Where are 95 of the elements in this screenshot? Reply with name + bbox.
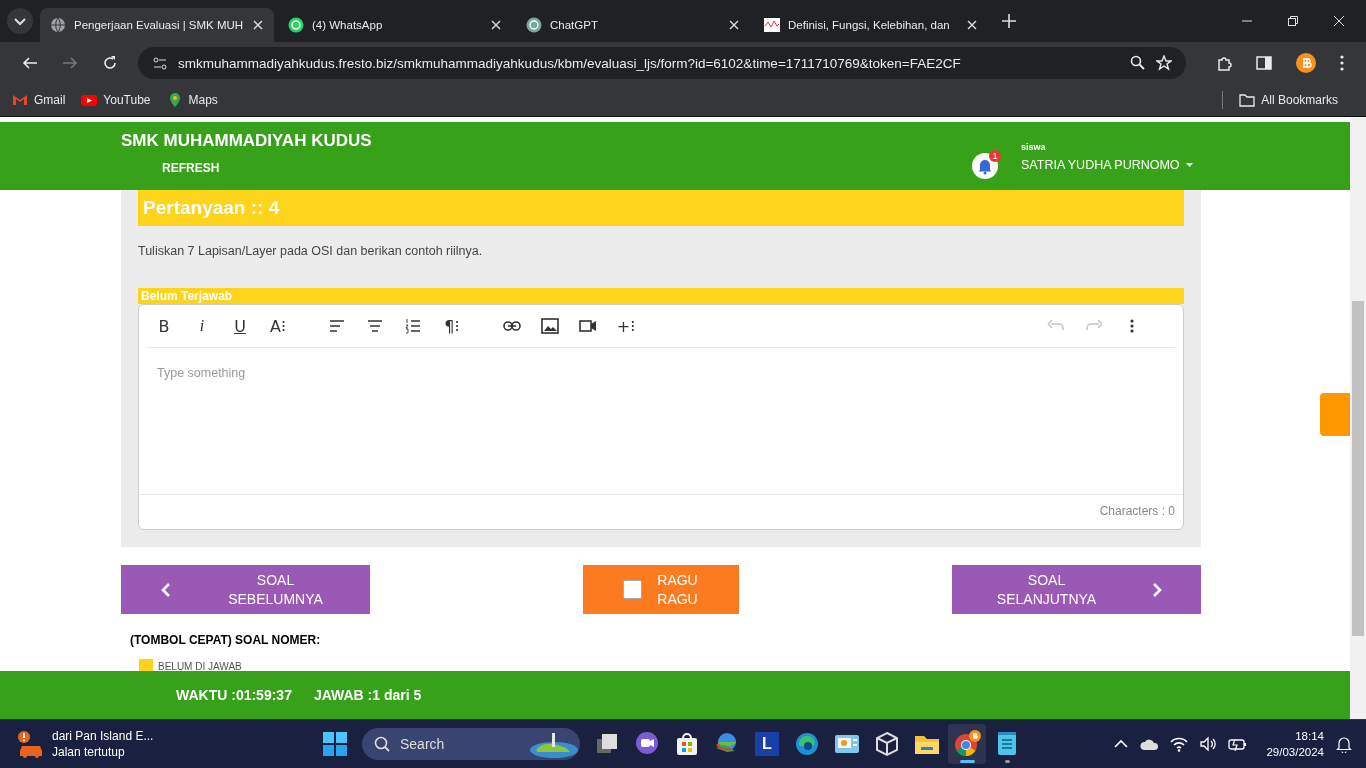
tab-title: Pengerjaan Evaluasi | SMK MUH [74, 19, 244, 31]
legend-label: BELUM DI JAWAB [158, 660, 242, 672]
address-bar[interactable]: smkmuhammadiyahkudus.fresto.biz/smkmuhammadiyahkudus/kbm/evaluasi_ljs/form?id=6102&time=1711710769&token=FAE2CF [138, 47, 1186, 79]
dropdown-icon[interactable] [6, 7, 34, 35]
favicon-icon [288, 17, 304, 33]
cube-icon [873, 730, 901, 758]
bell-icon [977, 157, 993, 175]
clock[interactable]: 18:14 29/03/2024 [1266, 728, 1324, 760]
favicon-icon [526, 17, 542, 33]
search-icon [374, 736, 390, 752]
battery-icon[interactable] [1228, 736, 1249, 752]
format-button[interactable]: A⁝ [261, 311, 295, 341]
chrome-icon [953, 730, 981, 758]
back-icon[interactable] [22, 55, 38, 71]
scrollbar[interactable] [1350, 117, 1366, 719]
url-text: smkmuhammadiyahkudus.fresto.biz/smkmuhammadiyahkudus/kbm/evaluasi_ljs/form?id=6102&time=1711710769&token=FAE2CF [178, 55, 961, 71]
star-icon[interactable] [1156, 55, 1172, 71]
question-title: Pertanyaan :: 4 [138, 190, 1184, 226]
notice-text: Jalan tertutup [52, 744, 126, 760]
forward-icon[interactable] [62, 55, 78, 71]
puzzle-icon[interactable] [1216, 55, 1232, 71]
bookmark-link[interactable]: Maps [166, 92, 218, 108]
browser-tab[interactable]: ChatGPT [516, 8, 750, 42]
play-icon [81, 92, 98, 108]
taskbar-app[interactable] [948, 724, 986, 764]
close-icon[interactable] [728, 19, 740, 31]
chevron-left-icon [160, 582, 171, 597]
question-text: Tuliskan 7 Lapisan/Layer pada OSI dan berikan contoh riilnya. [138, 244, 484, 258]
video-camera-icon [579, 318, 597, 334]
wifi-icon[interactable] [1170, 736, 1189, 752]
search-field[interactable]: Search [362, 728, 580, 760]
edge-browser-icon [793, 730, 821, 758]
bitcoin-icon[interactable] [1296, 53, 1316, 73]
chevron-right-icon [1151, 582, 1162, 597]
zoom-icon[interactable] [1130, 55, 1146, 71]
image-icon [541, 318, 559, 334]
chevron-up-icon[interactable] [1114, 739, 1129, 749]
all-bookmarks-link[interactable]: All Bookmarks [1239, 92, 1338, 108]
notification-badge: 1 [989, 150, 1001, 162]
reload-icon[interactable] [102, 55, 118, 71]
letter-icon: L [755, 732, 779, 756]
speaker-icon[interactable] [1200, 736, 1217, 752]
close-icon[interactable] [1334, 16, 1344, 26]
traffic-notice[interactable]: dari Pan Island E... Jalan tertutup [0, 728, 316, 760]
tab-title: Definisi, Fungsi, Kelebihan, dan [788, 19, 951, 31]
favicon-icon [50, 17, 66, 33]
running-indicator [960, 760, 975, 763]
running-indicator [1005, 760, 1010, 763]
time-remaining: WAKTU :01:59:37 [176, 687, 292, 703]
character-count: Characters : 0 [1099, 504, 1175, 518]
bookmark-link[interactable]: Gmail [12, 92, 66, 108]
site-settings-icon [152, 55, 168, 71]
envelope-icon [12, 92, 28, 108]
close-icon[interactable] [252, 19, 264, 31]
browser-tab[interactable]: (4) WhatsApp [278, 8, 512, 42]
site-title: SMK MUHAMMADIYAH KUDUS [121, 131, 373, 151]
new-tab-icon[interactable] [1002, 14, 1016, 28]
notice-title: dari Pan Island E... [52, 728, 154, 744]
align-left-icon [329, 318, 347, 334]
bookmark-link[interactable]: YouTube [81, 92, 151, 108]
text-editor[interactable]: B i U A⁝ ¶⁝ +⁝ Type something Characters : 0 [138, 304, 1184, 530]
car-alert-icon [16, 730, 44, 758]
format-button[interactable]: ¶⁝ [435, 311, 469, 341]
format-button[interactable]: +⁝ [609, 311, 643, 341]
align-center-icon [367, 318, 385, 334]
close-icon[interactable] [490, 19, 502, 31]
next-question-button[interactable]: SOAL SELANJUTNYA [952, 565, 1201, 614]
restore-icon[interactable] [1288, 16, 1298, 26]
format-button[interactable]: U [223, 311, 257, 341]
answer-status: Belum Terjawab [138, 288, 1184, 304]
answered-count: JAWAB :1 dari 5 [313, 687, 422, 703]
close-icon[interactable] [966, 19, 978, 31]
numbered-list-icon [405, 318, 423, 334]
previous-question-button[interactable]: SOAL SEBELUMNYA [121, 565, 370, 614]
tab-title: (4) WhatsApp [312, 19, 384, 31]
more-icon [1130, 318, 1134, 334]
folder-icon [1239, 92, 1256, 108]
tab-title: ChatGPT [550, 19, 599, 31]
caret-icon [1185, 163, 1193, 167]
link-icon [503, 318, 521, 334]
browser-tab[interactable]: Definisi, Fungsi, Kelebihan, dan [754, 8, 988, 42]
quick-nav-title: (TOMBOL CEPAT) SOAL NOMER: [130, 633, 322, 647]
doubt-checkbox[interactable] [622, 580, 642, 599]
format-button[interactable]: B [147, 311, 181, 341]
format-button[interactable]: i [185, 311, 219, 341]
user-role: siswa [1021, 142, 1047, 152]
browser-tab[interactable]: Pengerjaan Evaluasi | SMK MUH [40, 8, 274, 42]
side-panel-icon[interactable] [1256, 55, 1272, 71]
menu-icon[interactable] [1340, 55, 1344, 71]
favicon-icon [764, 17, 780, 33]
notification-button[interactable]: 1 [972, 153, 998, 179]
taskbar-app[interactable]: L [748, 724, 786, 764]
bell-icon[interactable] [1336, 735, 1352, 753]
windows-start-icon [321, 730, 349, 758]
landscape-drawing [528, 730, 580, 758]
